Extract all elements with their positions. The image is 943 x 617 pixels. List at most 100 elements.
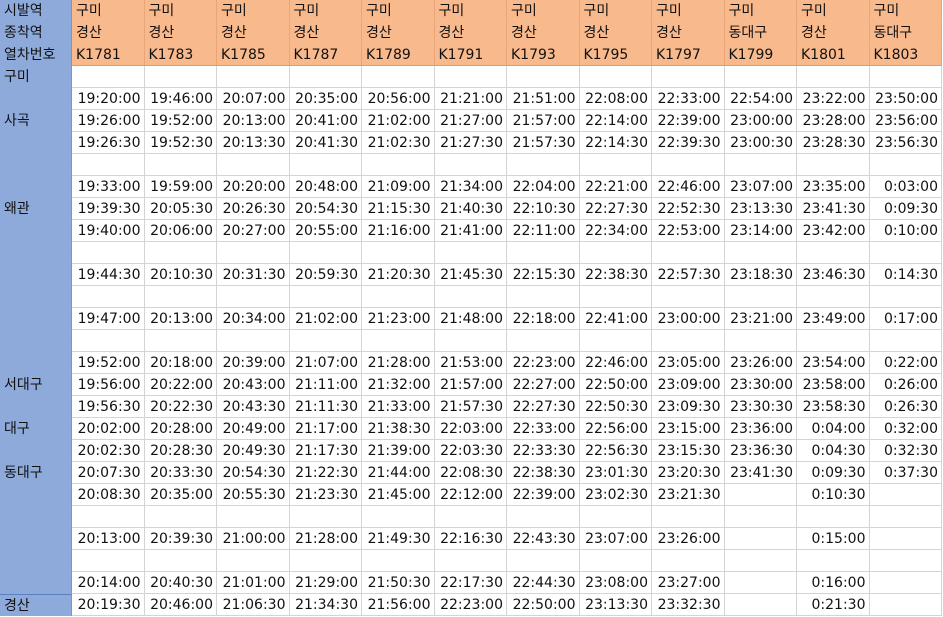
time-cell[interactable]: 20:22:00	[144, 374, 217, 396]
time-cell[interactable]	[217, 286, 290, 308]
train-header-cell[interactable]: 구미	[217, 0, 290, 22]
time-cell[interactable]: 19:26:00	[72, 110, 145, 132]
time-cell[interactable]: 21:17:00	[289, 418, 362, 440]
time-cell[interactable]: 23:49:00	[797, 308, 870, 330]
time-cell[interactable]: 20:59:30	[289, 264, 362, 286]
time-cell[interactable]: 23:15:30	[652, 440, 725, 462]
time-cell[interactable]: 20:35:00	[289, 88, 362, 110]
time-cell[interactable]: 19:44:30	[72, 264, 145, 286]
time-cell[interactable]: 22:23:00	[434, 594, 507, 616]
station-label[interactable]	[0, 176, 72, 198]
time-cell[interactable]	[652, 506, 725, 528]
time-cell[interactable]	[144, 154, 217, 176]
time-cell[interactable]	[652, 286, 725, 308]
train-header-cell[interactable]: K1781	[72, 44, 145, 66]
time-cell[interactable]: 20:54:30	[217, 462, 290, 484]
time-cell[interactable]: 19:52:00	[72, 352, 145, 374]
time-cell[interactable]: 20:18:00	[144, 352, 217, 374]
time-cell[interactable]: 23:56:30	[869, 132, 942, 154]
time-cell[interactable]	[797, 242, 870, 264]
time-cell[interactable]: 22:53:00	[652, 220, 725, 242]
time-cell[interactable]: 23:30:00	[724, 374, 797, 396]
time-cell[interactable]: 23:07:00	[579, 528, 652, 550]
time-cell[interactable]: 0:04:00	[797, 418, 870, 440]
time-cell[interactable]: 23:26:00	[724, 352, 797, 374]
time-cell[interactable]: 20:31:30	[217, 264, 290, 286]
time-cell[interactable]: 22:18:00	[507, 308, 580, 330]
time-cell[interactable]: 20:46:00	[144, 594, 217, 616]
time-cell[interactable]	[434, 242, 507, 264]
time-cell[interactable]	[579, 330, 652, 352]
time-cell[interactable]: 21:17:30	[289, 440, 362, 462]
time-cell[interactable]: 21:02:00	[289, 308, 362, 330]
time-cell[interactable]	[507, 242, 580, 264]
station-label[interactable]: 동대구	[0, 462, 72, 484]
time-cell[interactable]: 23:18:30	[724, 264, 797, 286]
time-cell[interactable]: 19:59:00	[144, 176, 217, 198]
station-label[interactable]	[0, 506, 72, 528]
time-cell[interactable]: 21:57:00	[507, 110, 580, 132]
time-cell[interactable]: 19:47:00	[72, 308, 145, 330]
time-cell[interactable]: 23:21:30	[652, 484, 725, 506]
train-header-cell[interactable]: 경산	[797, 22, 870, 44]
time-cell[interactable]: 23:13:30	[724, 198, 797, 220]
time-cell[interactable]: 20:13:00	[72, 528, 145, 550]
time-cell[interactable]: 22:14:00	[579, 110, 652, 132]
time-cell[interactable]	[507, 154, 580, 176]
time-cell[interactable]: 0:09:30	[869, 198, 942, 220]
time-cell[interactable]: 21:23:30	[289, 484, 362, 506]
train-header-cell[interactable]: 경산	[72, 22, 145, 44]
train-header-cell[interactable]: 경산	[217, 22, 290, 44]
time-cell[interactable]: 23:09:30	[652, 396, 725, 418]
train-header-cell[interactable]: K1795	[579, 44, 652, 66]
header-row-label[interactable]: 시발역	[0, 0, 72, 22]
time-cell[interactable]: 23:35:00	[797, 176, 870, 198]
time-cell[interactable]	[652, 66, 725, 88]
time-cell[interactable]	[289, 330, 362, 352]
time-cell[interactable]: 19:56:30	[72, 396, 145, 418]
time-cell[interactable]: 0:32:30	[869, 440, 942, 462]
time-cell[interactable]: 20:33:30	[144, 462, 217, 484]
time-cell[interactable]: 22:16:30	[434, 528, 507, 550]
time-cell[interactable]	[507, 506, 580, 528]
train-header-cell[interactable]: 경산	[289, 22, 362, 44]
time-cell[interactable]	[362, 66, 435, 88]
station-label[interactable]	[0, 528, 72, 550]
time-cell[interactable]: 21:22:30	[289, 462, 362, 484]
time-cell[interactable]	[869, 484, 942, 506]
time-cell[interactable]: 21:16:00	[362, 220, 435, 242]
time-cell[interactable]	[434, 330, 507, 352]
time-cell[interactable]: 22:33:30	[507, 440, 580, 462]
time-cell[interactable]: 21:27:30	[434, 132, 507, 154]
time-cell[interactable]: 0:17:00	[869, 308, 942, 330]
time-cell[interactable]	[289, 506, 362, 528]
time-cell[interactable]: 22:23:00	[507, 352, 580, 374]
time-cell[interactable]: 0:10:00	[869, 220, 942, 242]
time-cell[interactable]	[217, 550, 290, 572]
time-cell[interactable]: 22:17:30	[434, 572, 507, 594]
time-cell[interactable]: 21:53:00	[434, 352, 507, 374]
time-cell[interactable]	[724, 572, 797, 594]
time-cell[interactable]: 22:50:30	[579, 396, 652, 418]
time-cell[interactable]	[724, 528, 797, 550]
station-label[interactable]	[0, 286, 72, 308]
station-label[interactable]: 서대구	[0, 374, 72, 396]
time-cell[interactable]: 21:11:00	[289, 374, 362, 396]
time-cell[interactable]	[579, 506, 652, 528]
time-cell[interactable]: 20:55:30	[217, 484, 290, 506]
train-header-cell[interactable]: K1797	[652, 44, 725, 66]
time-cell[interactable]	[797, 550, 870, 572]
time-cell[interactable]: 22:27:00	[507, 374, 580, 396]
time-cell[interactable]	[507, 66, 580, 88]
time-cell[interactable]: 21:29:00	[289, 572, 362, 594]
time-cell[interactable]: 19:56:00	[72, 374, 145, 396]
time-cell[interactable]: 21:23:00	[362, 308, 435, 330]
time-cell[interactable]: 21:45:00	[362, 484, 435, 506]
time-cell[interactable]	[579, 286, 652, 308]
time-cell[interactable]: 21:57:30	[434, 396, 507, 418]
train-header-cell[interactable]: 경산	[579, 22, 652, 44]
time-cell[interactable]: 20:43:00	[217, 374, 290, 396]
time-cell[interactable]	[362, 242, 435, 264]
time-cell[interactable]: 20:02:30	[72, 440, 145, 462]
time-cell[interactable]: 23:58:00	[797, 374, 870, 396]
